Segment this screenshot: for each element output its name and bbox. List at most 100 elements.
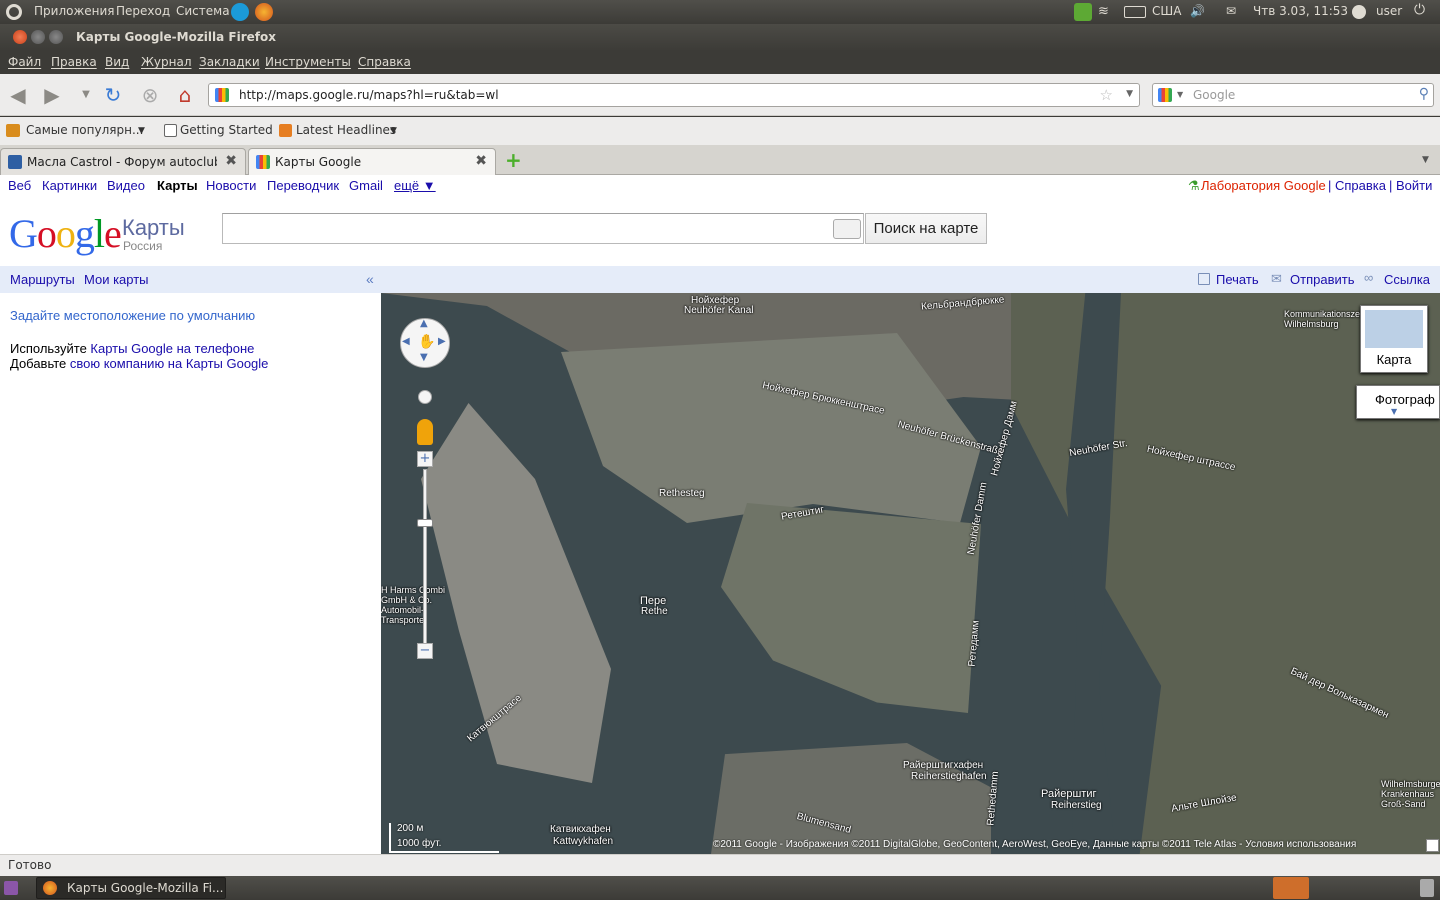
pan-left-icon[interactable]: ◀	[402, 336, 410, 347]
gbar-more[interactable]: ещё ▼	[394, 178, 436, 193]
rotate-icon[interactable]	[418, 390, 432, 404]
minimize-window-icon[interactable]	[31, 30, 45, 44]
skype-icon[interactable]	[231, 3, 249, 21]
forward-icon[interactable]: ▶	[40, 83, 64, 107]
menu-view[interactable]: Вид	[105, 55, 129, 69]
gbar-help[interactable]: Справка	[1335, 178, 1386, 193]
photo-type-button[interactable]: Фотограф ▼	[1356, 385, 1440, 419]
clock[interactable]: Чтв 3.03, 11:53	[1253, 4, 1348, 18]
bookmark-star-icon[interactable]: ☆	[1100, 86, 1113, 104]
map-type-button[interactable]: Карта	[1360, 305, 1428, 373]
url-bar[interactable]: http://maps.google.ru/maps?hl=ru&tab=wl …	[208, 83, 1140, 107]
permalink-link[interactable]: Ссылка	[1384, 272, 1430, 287]
url-text[interactable]: http://maps.google.ru/maps?hl=ru&tab=wl	[239, 88, 499, 102]
zoom-in-icon[interactable]: +	[417, 451, 433, 467]
gbar-web[interactable]: Веб	[8, 178, 31, 193]
places-menu[interactable]: Переход	[116, 4, 170, 18]
search-map-button[interactable]: Поиск на карте	[865, 213, 987, 244]
gbar-translate[interactable]: Переводчик	[267, 178, 339, 193]
user-status-icon[interactable]	[1352, 5, 1366, 19]
chevron-down-icon[interactable]: ▼	[138, 126, 145, 136]
pan-right-icon[interactable]: ▶	[438, 336, 446, 347]
bookmark-getting-started[interactable]: Getting Started	[180, 123, 273, 137]
pan-control[interactable]: ▲ ▼ ◀ ▶ ✋	[400, 318, 450, 368]
map-search-input[interactable]	[222, 213, 864, 244]
tab-castrol-forum[interactable]: Масла Castrol - Форум autoclub... ✖	[0, 148, 246, 175]
print-icon[interactable]	[1198, 273, 1210, 285]
search-bar[interactable]: ▼ Google ⚲	[1152, 83, 1434, 107]
gbar-lab[interactable]: Лаборатория Google	[1201, 178, 1326, 193]
zoom-slider[interactable]	[423, 469, 427, 649]
back-icon[interactable]: ◀	[6, 83, 30, 107]
send-icon[interactable]: ✉	[1271, 271, 1282, 287]
taskbar-firefox-button[interactable]: Карты Google-Mozilla Fi...	[36, 877, 226, 899]
site-favicon-icon[interactable]	[215, 88, 229, 102]
routes-link[interactable]: Маршруты	[10, 272, 75, 287]
system-menu[interactable]: Система	[176, 4, 230, 18]
hand-icon[interactable]: ✋	[418, 334, 435, 350]
close-window-icon[interactable]	[13, 30, 27, 44]
keyboard-icon[interactable]	[833, 219, 861, 239]
resize-corner-icon[interactable]	[1426, 839, 1439, 852]
updates-icon[interactable]	[1074, 3, 1092, 21]
tab-google-maps[interactable]: Карты Google ✖	[248, 148, 496, 175]
wifi-icon[interactable]: ≋	[1098, 4, 1109, 19]
tab-list-dropdown-icon[interactable]: ▼	[1422, 155, 1429, 165]
url-dropdown-icon[interactable]: ▼	[1126, 89, 1133, 99]
tab-label[interactable]: Карты Google	[275, 155, 465, 169]
gbar-gmail[interactable]: Gmail	[349, 178, 383, 193]
google-logo[interactable]: Google	[9, 210, 122, 257]
keyboard-icon[interactable]	[1124, 6, 1146, 18]
stop-icon[interactable]: ⊗	[138, 83, 162, 107]
send-link[interactable]: Отправить	[1290, 272, 1354, 287]
search-magnifier-icon[interactable]: ⚲	[1419, 86, 1429, 102]
tab-label[interactable]: Масла Castrol - Форум autoclub...	[27, 155, 217, 169]
print-link[interactable]: Печать	[1216, 272, 1259, 287]
satellite-map[interactable]: Нойхефер Neuhöfer Kanal Пере Rethe Райер…	[381, 293, 1440, 854]
zoom-slider-handle[interactable]	[417, 519, 433, 527]
bookmark-latest-headlines[interactable]: Latest Headlines	[296, 123, 396, 137]
firefox-launcher-icon[interactable]	[255, 3, 273, 21]
mail-icon[interactable]: ✉	[1226, 4, 1236, 18]
applications-menu[interactable]: Приложения	[34, 4, 115, 18]
search-engine-icon[interactable]	[1158, 88, 1172, 102]
close-tab-icon[interactable]: ✖	[225, 153, 237, 169]
chevron-down-icon[interactable]: ▼	[390, 126, 397, 136]
pan-down-icon[interactable]: ▼	[420, 352, 428, 363]
menu-history[interactable]: Журнал	[141, 55, 192, 69]
set-default-location-link[interactable]: Задайте местоположение по умолчанию	[10, 308, 255, 323]
link-icon[interactable]: ∞	[1364, 270, 1373, 285]
power-icon[interactable]: ⏻	[1414, 2, 1425, 18]
zoom-out-icon[interactable]: −	[417, 643, 433, 659]
chevron-down-icon[interactable]: ▼	[1391, 407, 1397, 416]
user-name[interactable]: user	[1376, 4, 1402, 18]
mobile-maps-link[interactable]: Карты Google на телефоне	[90, 341, 254, 356]
ubuntu-logo-icon[interactable]	[6, 4, 22, 20]
pan-up-icon[interactable]: ▲	[420, 318, 428, 329]
gbar-login[interactable]: Войти	[1396, 178, 1432, 193]
home-icon[interactable]: ⌂	[173, 83, 197, 107]
maximize-window-icon[interactable]	[49, 30, 63, 44]
menu-file[interactable]: Файл	[8, 55, 41, 69]
close-tab-icon[interactable]: ✖	[475, 153, 487, 169]
search-placeholder[interactable]: Google	[1193, 88, 1235, 102]
search-engine-dropdown-icon[interactable]: ▼	[1177, 90, 1183, 99]
trash-icon[interactable]	[1420, 879, 1434, 897]
pegman-icon[interactable]	[417, 419, 433, 445]
gbar-maps[interactable]: Карты	[157, 178, 198, 193]
window-titlebar[interactable]: Карты Google-Mozilla Firefox	[0, 24, 1440, 51]
history-dropdown-icon[interactable]: ▼	[74, 83, 98, 107]
menu-edit[interactable]: Правка	[51, 55, 97, 69]
gbar-news[interactable]: Новости	[206, 178, 256, 193]
new-tab-icon[interactable]: +	[505, 148, 522, 172]
add-business-link[interactable]: свою компанию на Карты Google	[70, 356, 269, 371]
menu-help[interactable]: Справка	[358, 55, 411, 69]
reload-icon[interactable]: ↻	[101, 83, 125, 107]
gbar-video[interactable]: Видео	[107, 178, 145, 193]
show-desktop-icon[interactable]	[4, 881, 18, 895]
volume-icon[interactable]: 🔊	[1190, 4, 1205, 18]
menu-bookmarks[interactable]: Закладки	[199, 55, 260, 69]
map-copyright[interactable]: ©2011 Google - Изображения ©2011 Digital…	[713, 839, 1423, 850]
keyboard-layout[interactable]: США	[1152, 4, 1181, 18]
menu-tools[interactable]: Инструменты	[265, 55, 351, 69]
